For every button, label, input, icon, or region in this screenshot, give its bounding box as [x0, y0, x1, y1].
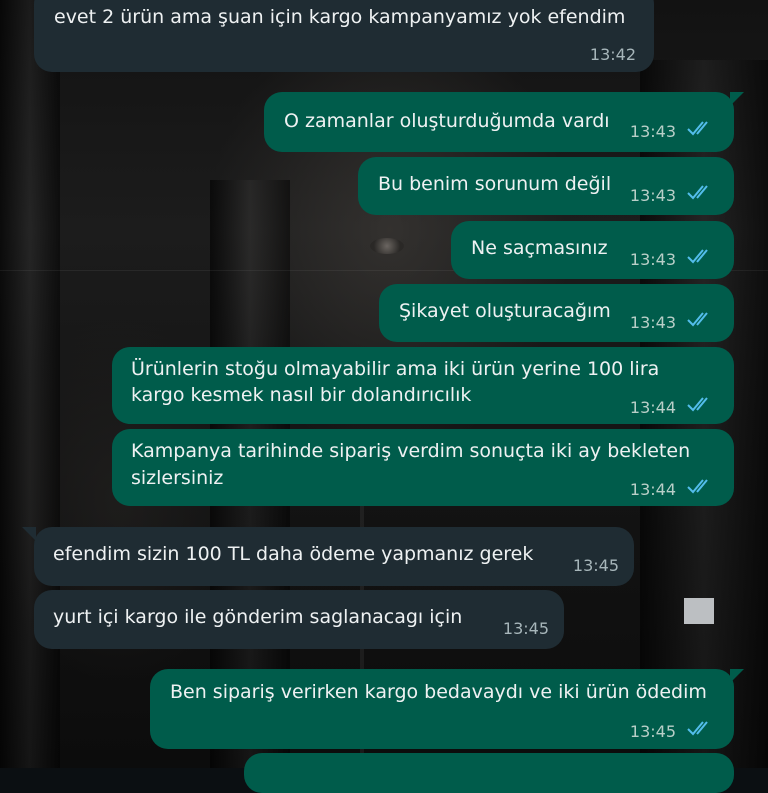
read-double-check-icon: [686, 183, 716, 201]
message-time: 13:45: [502, 619, 549, 638]
message-bubble-outgoing[interactable]: Bu benim sorunum değil 13:43: [358, 157, 734, 215]
bubble-tail: [730, 92, 744, 106]
message-bubble-outgoing[interactable]: Ben sipariş verirken kargo bedavaydı ve …: [150, 669, 734, 749]
read-double-check-icon: [686, 395, 716, 413]
message-text: Ben sipariş verirken kargo bedavaydı ve …: [170, 681, 707, 703]
message-bubble-outgoing[interactable]: Ürünlerin stoğu olmayabilir ama iki ürün…: [112, 347, 734, 424]
read-double-check-icon: [686, 310, 716, 328]
message-time: 13:45: [629, 722, 676, 741]
message-text-line: Kampanya tarihinde sipariş verdim sonuçt…: [131, 440, 691, 462]
bubble-tail: [730, 669, 744, 683]
message-time: 13:43: [629, 122, 676, 141]
message-bubble-outgoing[interactable]: Kampanya tarihinde sipariş verdim sonuçt…: [112, 429, 734, 506]
message-text-line: sizlersiniz: [131, 467, 224, 489]
message-bubble-incoming[interactable]: efendim sizin 100 TL daha ödeme yapmanız…: [34, 527, 634, 586]
message-time: 13:42: [589, 45, 636, 64]
message-text: efendim sizin 100 TL daha ödeme yapmanız…: [53, 543, 534, 565]
message-time: 13:43: [629, 313, 676, 332]
message-bubble-outgoing[interactable]: Ne saçmasınız 13:43: [451, 221, 734, 279]
message-time: 13:43: [629, 186, 676, 205]
message-bubble-incoming[interactable]: evet 2 ürün ama şuan için kargo kampanya…: [34, 0, 654, 72]
message-text: evet 2 ürün ama şuan için kargo kampanya…: [54, 6, 626, 28]
read-double-check-icon: [686, 119, 716, 137]
read-double-check-icon: [686, 247, 716, 265]
message-text: Ne saçmasınız: [471, 237, 608, 259]
read-double-check-icon: [686, 719, 716, 737]
message-bubble-outgoing[interactable]: O zamanlar oluşturduğumda vardı 13:43: [264, 92, 734, 152]
message-time: 13:44: [629, 480, 676, 499]
message-time: 13:45: [572, 556, 619, 575]
bubble-tail: [22, 527, 36, 541]
message-text: Bu benim sorunum değil: [378, 173, 612, 195]
message-time: 13:44: [629, 398, 676, 417]
message-bubble-incoming[interactable]: yurt içi kargo ile gönderim saglanacagı …: [34, 590, 564, 649]
read-double-check-icon: [686, 477, 716, 495]
message-time: 13:43: [629, 250, 676, 269]
message-text: Şikayet oluşturacağım: [399, 300, 611, 322]
message-bubble-outgoing[interactable]: Şikayet oluşturacağım 13:43: [379, 284, 734, 342]
message-text: yurt içi kargo ile gönderim saglanacagı …: [53, 606, 463, 628]
message-text-line: kargo kesmek nasıl bir dolandırıcılık: [131, 384, 472, 406]
message-bubble-outgoing-partial[interactable]: [244, 753, 734, 793]
message-text-line: Ürünlerin stoğu olmayabilir ama iki ürün…: [131, 358, 660, 380]
message-text: O zamanlar oluşturduğumda vardı: [284, 110, 610, 132]
